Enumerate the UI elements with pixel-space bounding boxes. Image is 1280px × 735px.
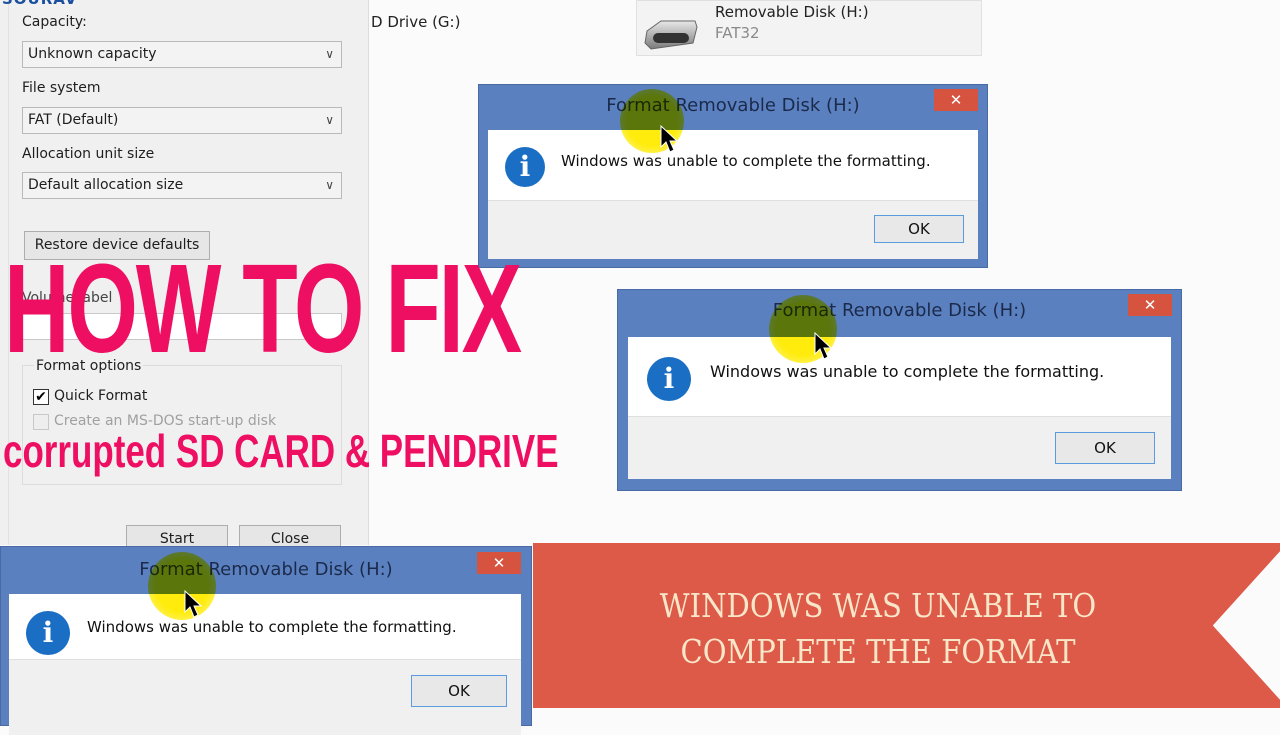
dialog-body: i Windows was unable to complete the for…	[488, 130, 978, 259]
allocation-value: Default allocation size	[28, 177, 184, 193]
dialog-title: Format Removable Disk (H:)	[139, 559, 393, 580]
subheadline: corrupted SD CARD & PENDRIVE	[3, 425, 559, 477]
dialog-body: i Windows was unable to complete the for…	[9, 594, 521, 735]
dialog-title: Format Removable Disk (H:)	[772, 300, 1027, 321]
headline: HOW TO FIX	[4, 238, 522, 379]
removable-disk-icon	[644, 20, 698, 50]
close-icon[interactable]: ✕	[1128, 294, 1172, 316]
drive-g-item[interactable]: D Drive (G:)	[371, 13, 460, 31]
format-error-dialog: Format Removable Disk (H:) ✕ i Windows w…	[478, 84, 988, 268]
dialog-footer: OK	[628, 416, 1171, 479]
drive-h-name: Removable Disk (H:)	[715, 3, 869, 21]
mouse-pointer-icon	[184, 590, 203, 618]
dialog-footer: OK	[488, 200, 978, 259]
allocation-label: Allocation unit size	[22, 146, 155, 162]
dialog-footer: OK	[9, 659, 521, 735]
channel-logo: SOURAV	[2, 0, 78, 8]
banner-line-1: WINDOWS WAS UNABLE TO	[659, 586, 1097, 625]
chevron-down-icon: ∨	[325, 47, 334, 61]
dialog-body: i Windows was unable to complete the for…	[628, 337, 1171, 479]
mouse-pointer-icon	[660, 125, 679, 153]
dialog-message: Windows was unable to complete the forma…	[561, 152, 931, 170]
capacity-value: Unknown capacity	[28, 46, 157, 62]
ok-button[interactable]: OK	[1055, 432, 1155, 464]
file-system-select[interactable]: FAT (Default) ∨	[22, 107, 342, 134]
checkmark-icon: ✔	[35, 389, 47, 405]
mouse-pointer-icon	[814, 332, 833, 360]
dialog-title: Format Removable Disk (H:)	[606, 95, 860, 116]
file-system-value: FAT (Default)	[28, 112, 119, 128]
close-icon[interactable]: ✕	[477, 552, 521, 574]
info-icon: i	[505, 147, 545, 187]
drive-h-tile[interactable]: Removable Disk (H:) FAT32	[636, 0, 982, 56]
format-error-dialog: Format Removable Disk (H:) ✕ i Windows w…	[617, 289, 1182, 491]
ok-button[interactable]: OK	[411, 675, 507, 707]
info-icon: i	[647, 357, 691, 401]
format-error-dialog: Format Removable Disk (H:) ✕ i Windows w…	[0, 546, 532, 735]
dialog-message: Windows was unable to complete the forma…	[87, 618, 457, 636]
banner-text: WINDOWS WAS UNABLE TO COMPLETE THE FORMA…	[574, 583, 1181, 675]
capacity-label: Capacity:	[22, 14, 87, 30]
drive-h-filesystem: FAT32	[715, 24, 760, 42]
allocation-select[interactable]: Default allocation size ∨	[22, 172, 342, 199]
dialog-message: Windows was unable to complete the forma…	[710, 362, 1105, 381]
ribbon-banner: WINDOWS WAS UNABLE TO COMPLETE THE FORMA…	[533, 543, 1280, 708]
info-icon: i	[26, 611, 70, 655]
ok-button[interactable]: OK	[874, 215, 964, 243]
banner-line-2: COMPLETE THE FORMAT	[680, 632, 1076, 671]
cursor-highlight	[148, 552, 216, 620]
file-system-label: File system	[22, 80, 101, 96]
quick-format-label: Quick Format	[54, 388, 148, 404]
capacity-select[interactable]: Unknown capacity ∨	[22, 41, 342, 68]
quick-format-checkbox[interactable]: ✔	[33, 389, 49, 405]
chevron-down-icon: ∨	[325, 178, 334, 192]
close-icon[interactable]: ✕	[934, 89, 978, 111]
chevron-down-icon: ∨	[325, 113, 334, 127]
